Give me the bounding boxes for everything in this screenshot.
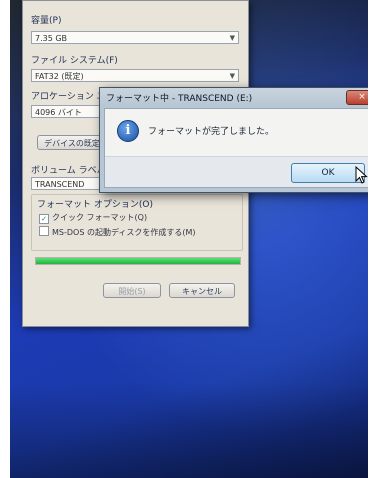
- allocation-select[interactable]: 4096 バイト: [31, 105, 103, 118]
- progress-fill: [36, 258, 240, 264]
- msdos-disk-checkbox[interactable]: MS-DOS の起動ディスクを作成する(M): [39, 226, 196, 238]
- format-options-label: フォーマット オプション(O): [37, 200, 153, 210]
- information-icon: i: [117, 120, 139, 142]
- allocation-value: 4096 バイト: [35, 108, 82, 117]
- filesystem-value: FAT32 (既定): [35, 72, 84, 81]
- msdos-disk-label: MS-DOS の起動ディスクを作成する(M): [52, 228, 196, 237]
- capacity-label: 容量(P): [31, 16, 62, 26]
- volume-label-input[interactable]: TRANSCEND: [31, 177, 103, 190]
- capacity-value: 7.35 GB: [35, 34, 68, 43]
- close-button[interactable]: ×: [346, 90, 368, 105]
- format-complete-dialog: フォーマット中 - TRANSCEND (E:) × i フォーマットが完了しま…: [99, 87, 368, 193]
- restore-defaults-button[interactable]: デバイスの既定: [37, 135, 107, 150]
- ok-button[interactable]: OK: [291, 163, 365, 183]
- quick-format-checkbox[interactable]: ✓ クイック フォーマット(Q): [39, 212, 147, 224]
- filesystem-label: ファイル システム(F): [31, 56, 118, 66]
- mouse-cursor-icon: [355, 166, 368, 184]
- format-progress-bar: [35, 257, 241, 265]
- dialog-message: フォーマットが完了しました。: [148, 127, 275, 137]
- quick-format-label: クイック フォーマット(Q): [52, 213, 148, 222]
- dialog-title: フォーマット中 - TRANSCEND (E:): [106, 94, 253, 104]
- dialog-footer: OK: [105, 156, 368, 187]
- filesystem-select[interactable]: FAT32 (既定) ▼: [31, 69, 239, 82]
- cancel-button[interactable]: キャンセル: [169, 283, 235, 298]
- desktop-photo: 容量(P) 7.35 GB ▼ ファイル システム(F) FAT32 (既定) …: [10, 0, 368, 478]
- chevron-down-icon: ▼: [229, 34, 235, 42]
- dialog-body: i フォーマットが完了しました。 OK: [104, 108, 368, 188]
- volume-label-value: TRANSCEND: [35, 180, 85, 189]
- start-button[interactable]: 開始(S): [103, 283, 161, 298]
- chevron-down-icon: ▼: [229, 72, 235, 80]
- checkmark-icon: ✓: [39, 214, 49, 224]
- capacity-select[interactable]: 7.35 GB ▼: [31, 31, 239, 44]
- checkbox-empty-icon: [39, 226, 49, 236]
